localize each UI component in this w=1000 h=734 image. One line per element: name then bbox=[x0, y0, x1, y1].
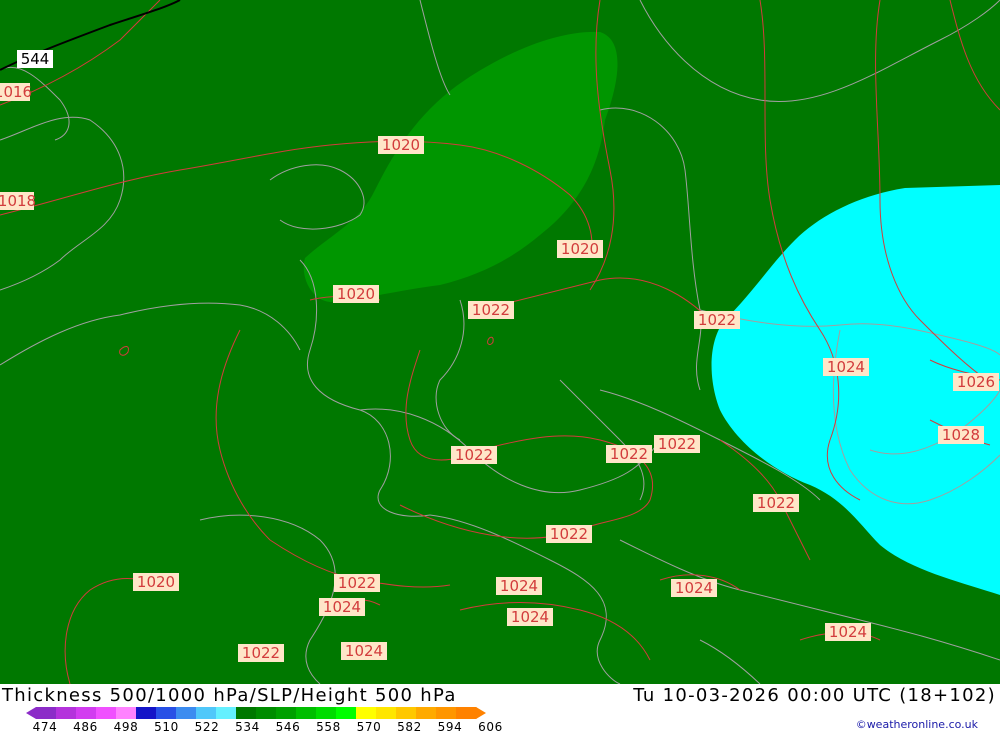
valid-time: Tu 10-03-2026 00:00 UTC (18+102) bbox=[633, 685, 996, 706]
isobar-label: 1022 bbox=[698, 311, 736, 329]
isobar-label: 1024 bbox=[345, 642, 383, 660]
scale-tick-label: 498 bbox=[113, 720, 139, 734]
height-label: 544 bbox=[21, 50, 50, 68]
isobar-label: 1024 bbox=[829, 623, 867, 641]
isobar-label: 1024 bbox=[675, 579, 713, 597]
credit-link[interactable]: ©weatheronline.co.uk bbox=[856, 718, 978, 731]
isobar-label: 1022 bbox=[610, 445, 648, 463]
scale-swatch bbox=[356, 707, 377, 719]
color-scale-labels: 474 486 498 510 522 534 546 558 570 582 594 606 bbox=[0, 720, 520, 734]
scale-tick-label: 582 bbox=[397, 720, 422, 734]
isobar-label: 1020 bbox=[337, 285, 375, 303]
scale-swatch bbox=[176, 707, 197, 719]
scale-tick-label: 534 bbox=[235, 720, 260, 734]
scale-swatch bbox=[436, 707, 457, 719]
isobar-label: 1016 bbox=[0, 83, 32, 101]
scale-tick-label: 486 bbox=[73, 720, 98, 734]
scale-swatch bbox=[116, 707, 137, 719]
isobar-label: 1022 bbox=[455, 446, 493, 464]
map-title: Thickness 500/1000 hPa/SLP/Height 500 hP… bbox=[2, 685, 457, 706]
scale-swatch bbox=[56, 707, 77, 719]
isobar-label: 1026 bbox=[957, 373, 995, 391]
isobar-label: 1022 bbox=[338, 574, 376, 592]
isobar-label: 1028 bbox=[942, 426, 980, 444]
scale-tick-label: 570 bbox=[356, 720, 382, 734]
scale-swatch bbox=[256, 707, 277, 719]
scale-swatch bbox=[296, 707, 317, 719]
scale-swatch bbox=[316, 707, 337, 719]
scale-swatch bbox=[96, 707, 117, 719]
isobar-label: 1024 bbox=[500, 577, 538, 595]
scale-swatch bbox=[276, 707, 297, 719]
scale-swatch bbox=[136, 707, 157, 719]
scale-arrow-left bbox=[26, 707, 36, 719]
scale-swatch bbox=[36, 707, 57, 719]
isobar-label: 1018 bbox=[0, 192, 36, 210]
isobar-label: 1022 bbox=[242, 644, 280, 662]
isobar-label: 1024 bbox=[323, 598, 361, 616]
scale-swatch bbox=[196, 707, 217, 719]
scale-tick-label: 510 bbox=[154, 720, 179, 734]
scale-swatch bbox=[456, 707, 477, 719]
scale-swatch bbox=[396, 707, 417, 719]
scale-tick-label: 594 bbox=[437, 720, 463, 734]
footer: Thickness 500/1000 hPa/SLP/Height 500 hP… bbox=[0, 684, 1000, 734]
scale-tick-label: 474 bbox=[32, 720, 58, 734]
isobar-label: 1024 bbox=[511, 608, 549, 626]
scale-swatch bbox=[216, 707, 237, 719]
scale-arrow-right bbox=[476, 707, 486, 719]
scale-swatch bbox=[156, 707, 177, 719]
isobar-label: 1022 bbox=[472, 301, 510, 319]
scale-swatch bbox=[336, 707, 357, 719]
scale-tick-label: 558 bbox=[316, 720, 341, 734]
isobar-label: 1022 bbox=[550, 525, 588, 543]
isobar-label: 1020 bbox=[561, 240, 599, 258]
isobar-label: 1024 bbox=[827, 358, 865, 376]
scale-swatch bbox=[236, 707, 257, 719]
scale-swatch bbox=[416, 707, 437, 719]
scale-swatch bbox=[376, 707, 397, 719]
isobar-label: 1020 bbox=[137, 573, 175, 591]
weather-map: 1016 1018 1020 1020 1020 1022 1022 1024 … bbox=[0, 0, 1000, 684]
height-label-544: 544 bbox=[17, 50, 53, 68]
scale-tick-label: 606 bbox=[478, 720, 503, 734]
isobar-label: 1022 bbox=[658, 435, 696, 453]
scale-swatch bbox=[76, 707, 97, 719]
color-scale bbox=[26, 707, 486, 719]
isobar-label: 1020 bbox=[382, 136, 420, 154]
isobar-label: 1022 bbox=[757, 494, 795, 512]
scale-tick-label: 522 bbox=[194, 720, 220, 734]
scale-tick-label: 546 bbox=[275, 720, 301, 734]
